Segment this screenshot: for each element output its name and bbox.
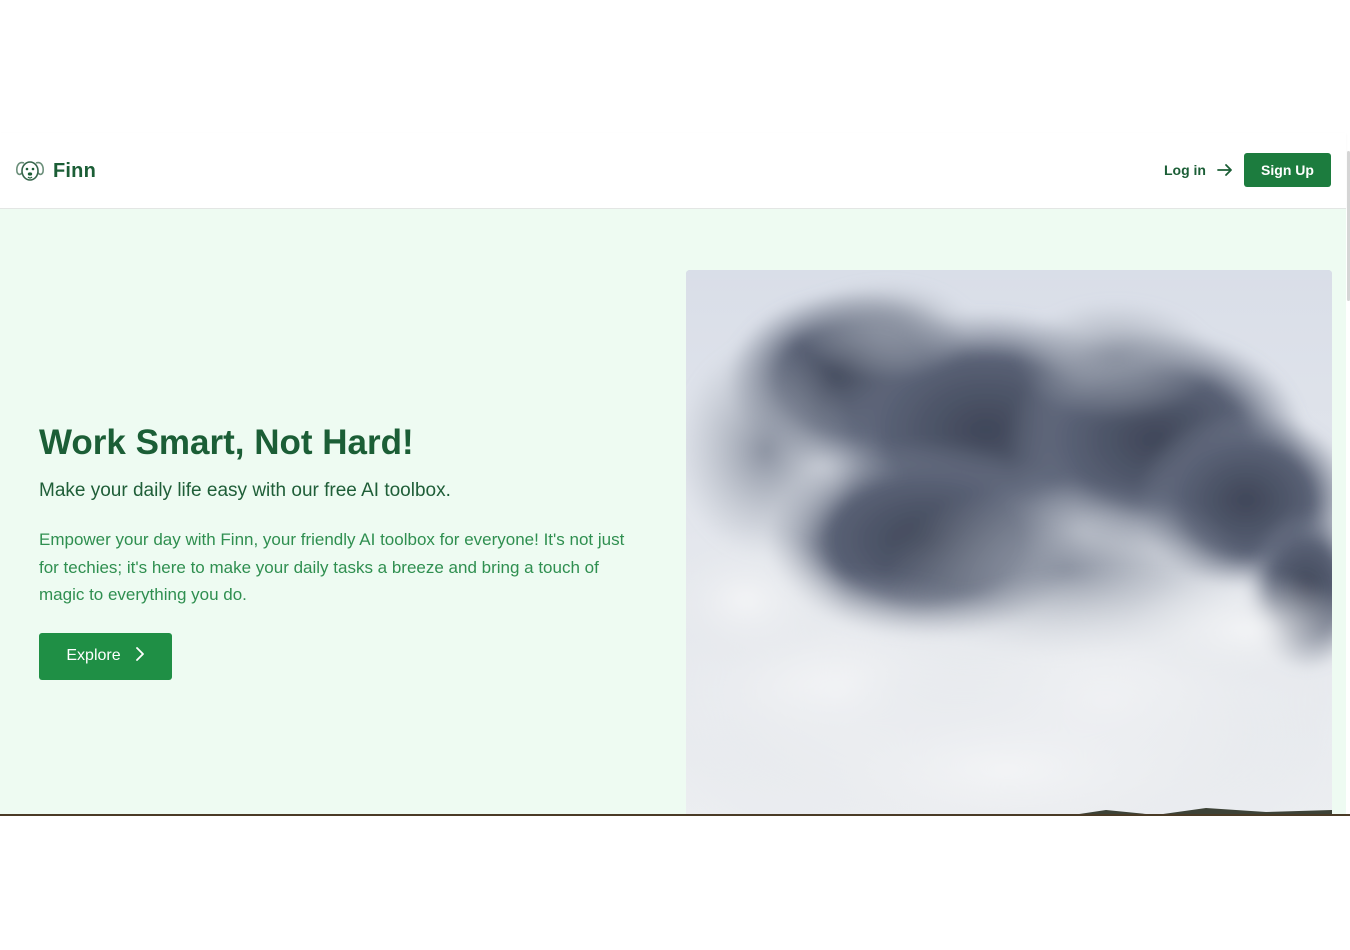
navbar: Finn Log in Sign Up xyxy=(0,133,1346,209)
brand[interactable]: Finn xyxy=(15,158,96,184)
brand-name: Finn xyxy=(53,159,97,182)
hero-description: Empower your day with Finn, your friendl… xyxy=(39,530,625,604)
hero-section: Work Smart, Not Hard! Make your daily li… xyxy=(0,209,1346,814)
explore-label: Explore xyxy=(66,647,121,664)
login-label: Log in xyxy=(1164,162,1206,178)
hero-image xyxy=(686,270,1332,814)
login-link[interactable]: Log in xyxy=(1164,162,1234,178)
arrow-right-icon xyxy=(1216,162,1234,178)
hero-title: Work Smart, Not Hard! xyxy=(39,423,414,462)
dog-face-icon xyxy=(15,158,45,184)
chevron-right-icon xyxy=(135,646,145,666)
explore-button[interactable]: Explore xyxy=(39,632,172,680)
hero-subtitle: Make your daily life easy with our free … xyxy=(39,480,451,501)
page-divider xyxy=(0,814,1350,816)
page: Finn Log in Sign Up Work Smart, Not Hard… xyxy=(0,133,1350,816)
signup-button[interactable]: Sign Up xyxy=(1244,153,1331,187)
nav-actions: Log in Sign Up xyxy=(1164,153,1331,187)
hero-text: Work Smart, Not Hard! Make your daily li… xyxy=(39,422,639,680)
